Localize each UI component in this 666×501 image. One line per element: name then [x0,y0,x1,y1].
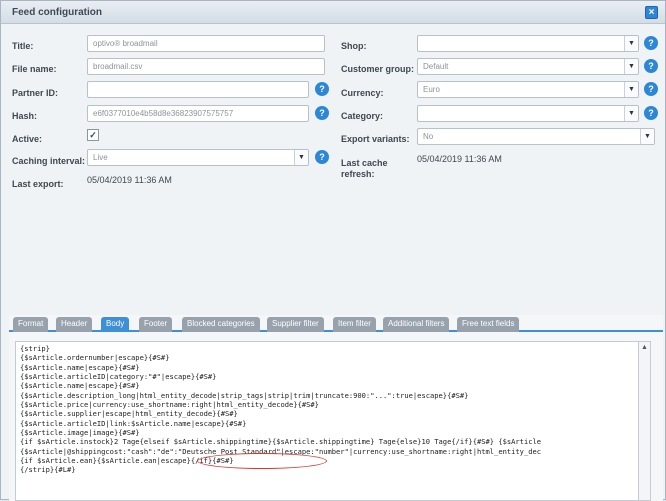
code-line: {strip} [20,344,50,353]
chevron-down-icon: ▼ [624,106,638,121]
file-name-label: File name: [12,64,57,74]
tab-supplier-filter[interactable]: Supplier filter [267,317,324,332]
chevron-down-icon: ▼ [640,129,654,144]
partner-id-input[interactable] [87,81,309,98]
window-title: Feed configuration [12,7,102,18]
export-variants-label: Export variants: [341,134,410,144]
tab-header[interactable]: Header [56,317,93,332]
currency-help-icon[interactable]: ? [644,82,658,96]
chevron-down-icon: ▼ [624,59,638,74]
export-variants-select[interactable]: No ▼ [417,128,655,145]
chevron-down-icon: ▼ [294,150,308,165]
code-line: {$sArticle.supplier|escape|html_entity_d… [20,409,238,419]
title-label: Title: [12,41,34,51]
code-line: {$sArticle.articleID|category:"#"|escape… [20,372,217,382]
customer-group-value: Default [423,62,449,71]
code-line: {/strip}{#L#} [20,465,76,475]
scroll-up-icon[interactable]: ▲ [641,344,648,351]
customer-group-label: Customer group: [341,64,414,74]
active-checkbox[interactable]: ✓ [87,129,99,141]
chevron-down-icon: ▼ [624,36,638,51]
hash-help-icon[interactable]: ? [315,106,329,120]
body-template-editor[interactable]: {strip} {$sArticle.ordernumber|escape}{#… [15,341,639,501]
currency-value: Euro [423,85,440,94]
customer-group-select[interactable]: Default ▼ [417,58,639,75]
file-name-input[interactable]: broadmail.csv [87,58,325,75]
partner-id-help-icon[interactable]: ? [315,82,329,96]
chevron-down-icon: ▼ [624,82,638,97]
shop-label: Shop: [341,41,367,51]
category-label: Category: [341,111,384,121]
caching-interval-label: Caching interval: [12,156,86,166]
code-line: {$sArticle.articleID|link:$sArticle.name… [20,418,247,428]
shop-select[interactable]: ▼ [417,35,639,52]
last-export-label: Last export: [12,179,64,189]
currency-select[interactable]: Euro ▼ [417,81,639,98]
code-line: {$sArticle.name|escape}{#S#} [20,381,140,391]
tab-additional-filters[interactable]: Additional filters [383,317,450,332]
shop-help-icon[interactable]: ? [644,36,658,50]
tab-blocked-categories[interactable]: Blocked categories [182,317,260,332]
code-line: {$sArticle|@shippingcost:"cash":"de":"De… [20,446,542,456]
last-cache-refresh-value: 05/04/2019 11:36 AM [417,154,502,164]
export-variants-value: No [423,132,434,141]
code-line: {$sArticle.name|escape}{#S#} [20,362,140,372]
title-bar: Feed configuration × [1,1,665,24]
customer-group-help-icon[interactable]: ? [644,59,658,73]
template-tabs-panel: Format Header Body Footer Blocked catego… [9,315,663,501]
currency-label: Currency: [341,88,384,98]
caching-interval-select[interactable]: Live ▼ [87,149,309,166]
category-help-icon[interactable]: ? [644,106,658,120]
title-input[interactable]: optivo® broadmail [87,35,325,52]
tab-body[interactable]: Body [101,317,130,332]
category-select[interactable]: ▼ [417,105,639,122]
tab-bar: Format Header Body Footer Blocked catego… [9,315,663,332]
tab-footer[interactable]: Footer [139,317,173,332]
active-label: Active: [12,134,43,144]
last-cache-refresh-label: Last cache refresh: [341,158,388,179]
code-line: {if $sArticle.instock}2 Tage{elseif $sAr… [20,437,542,447]
code-line: {$sArticle.price|currency:use_shortname:… [20,400,319,410]
feed-configuration-window: Feed configuration × Title: optivo® broa… [0,0,666,501]
tab-free-text-fields[interactable]: Free text fields [457,317,520,332]
code-line: {if $sArticle.ean}{$sArticle.ean|escape}… [20,456,234,466]
caching-interval-help-icon[interactable]: ? [315,150,329,164]
editor-scrollbar[interactable]: ▲ [639,341,651,501]
hash-label: Hash: [12,111,38,121]
close-icon[interactable]: × [645,6,658,19]
hash-input[interactable]: e6f0377010e4b58d8e36823907575757 [87,105,309,122]
code-line: {$sArticle.description_long|html_entity_… [20,390,469,400]
code-line: {$sArticle.ordernumber|escape}{#S#} [20,353,170,363]
tab-format[interactable]: Format [13,317,49,332]
tab-item-filter[interactable]: Item filter [333,317,376,332]
partner-id-label: Partner ID: [12,88,59,98]
last-export-value: 05/04/2019 11:36 AM [87,175,172,185]
annotation-circle [197,453,327,469]
code-line: {$sArticle.image|image}{#S#} [20,428,140,438]
caching-interval-value: Live [93,153,108,162]
